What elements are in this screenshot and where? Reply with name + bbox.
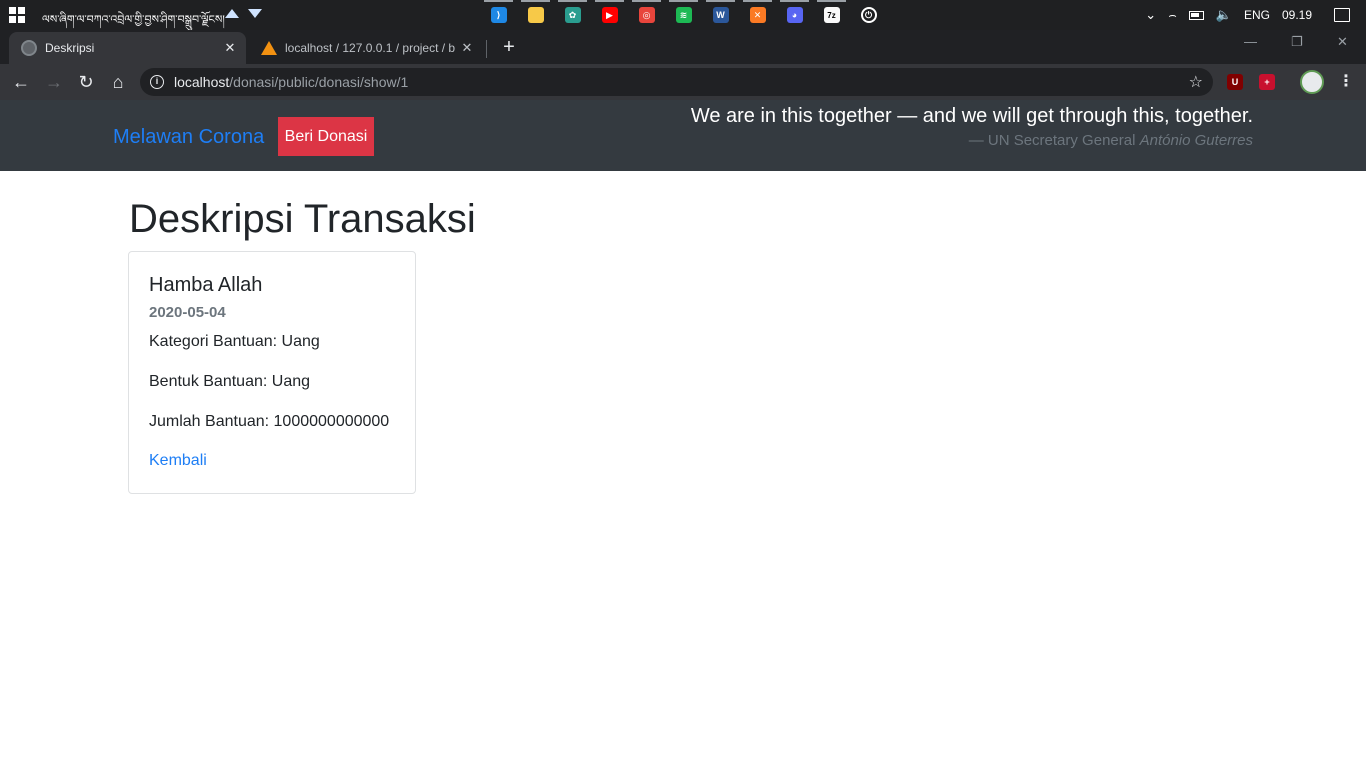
tab-title: localhost / 127.0.0.1 / project / b: [285, 41, 456, 55]
home-icon[interactable]: ⌂: [107, 71, 129, 93]
taskbar-app[interactable]: ⟩: [480, 0, 517, 30]
url-host: localhost: [174, 74, 230, 90]
browser-toolbar: ← → ↻ ⌂ i localhost/donasi/public/donasi…: [0, 64, 1366, 100]
notification-icon[interactable]: [1334, 8, 1350, 22]
taskbar-app[interactable]: ◎: [628, 0, 665, 30]
form-text: Bentuk Bantuan: Uang: [149, 373, 311, 390]
transaction-card: Hamba Allah 2020-05-04 Kategori Bantuan:…: [128, 251, 416, 494]
restore-icon[interactable]: ❐: [1291, 34, 1303, 50]
word-icon: W: [712, 7, 729, 23]
language-indicator[interactable]: ENG: [1244, 8, 1270, 22]
quote-source-prefix: — UN Secretary General: [968, 132, 1140, 149]
phpmyadmin-icon: [261, 41, 277, 55]
profile-avatar[interactable]: [1300, 70, 1324, 94]
brand-link[interactable]: Melawan Corona: [113, 126, 264, 149]
arrow-down-icon[interactable]: [248, 9, 262, 18]
globe-icon: [21, 40, 37, 56]
donor-name: Hamba Allah: [149, 274, 263, 296]
back-link[interactable]: Kembali: [149, 452, 207, 470]
category-text: Kategori Bantuan: Uang: [149, 333, 320, 350]
window-close-icon[interactable]: ✕: [1337, 34, 1348, 50]
tab-separator: [486, 40, 487, 58]
taskbar-app[interactable]: ✕: [739, 0, 776, 30]
taskbar-app[interactable]: W: [702, 0, 739, 30]
taskbar-app[interactable]: ≋: [665, 0, 702, 30]
forward-icon[interactable]: →: [43, 71, 65, 93]
bookmark-star-icon[interactable]: ☆: [1189, 72, 1203, 92]
donation-date: 2020-05-04: [149, 304, 226, 321]
quote-source-name: António Guterres: [1139, 132, 1253, 149]
youtube-icon: ▶: [601, 7, 618, 23]
windows-taskbar: ལས་ཞིག་ལ་བཀའ་འབྲེལ་གྱི་བྱས་ཤིག་བསྒྲུབ་ལྗ…: [0, 0, 1366, 30]
back-icon[interactable]: ←: [10, 71, 32, 93]
battery-icon[interactable]: [1188, 10, 1204, 20]
tab-phpmyadmin[interactable]: localhost / 127.0.0.1 / project / b ✕: [249, 32, 483, 64]
spotify-icon: ≋: [675, 7, 692, 23]
gitkraken-icon: ✿: [564, 7, 581, 23]
quote: We are in this together — and we will ge…: [691, 105, 1253, 149]
browser-tabstrip: Deskripsi ✕ localhost / 127.0.0.1 / proj…: [0, 30, 1366, 64]
quote-source: — UN Secretary General António Guterres: [691, 132, 1253, 149]
address-bar[interactable]: i localhost/donasi/public/donasi/show/1 …: [140, 68, 1213, 96]
taskbar-app[interactable]: [517, 0, 554, 30]
7zip-icon: 7z: [823, 7, 840, 23]
vscode-icon: ⟩: [490, 7, 507, 23]
extension-cross-icon[interactable]: +: [1259, 74, 1275, 90]
taskbar-app[interactable]: ⏻: [850, 0, 887, 30]
tab-title: Deskripsi: [45, 41, 95, 55]
xampp-icon: ✕: [749, 7, 766, 23]
chevron-up-icon[interactable]: ⌄: [1145, 7, 1156, 23]
arrow-up-icon[interactable]: [225, 9, 239, 18]
minimize-icon[interactable]: —: [1244, 34, 1257, 49]
close-icon[interactable]: ✕: [222, 40, 238, 56]
taskbar-app[interactable]: ✿: [554, 0, 591, 30]
reload-icon[interactable]: ↻: [75, 71, 97, 93]
tab-deskripsi[interactable]: Deskripsi ✕: [9, 32, 246, 64]
clock[interactable]: 09.19: [1282, 8, 1312, 22]
amount-text: Jumlah Bantuan: 1000000000000: [149, 413, 390, 430]
close-icon[interactable]: ✕: [459, 40, 475, 56]
system-tray: ⌄ ⌢ 🔈 ENG 09.19: [1145, 0, 1366, 30]
volume-icon[interactable]: 🔈: [1216, 7, 1232, 23]
windows-start-icon[interactable]: [9, 7, 25, 23]
donate-button[interactable]: Beri Donasi: [278, 117, 374, 156]
taskbar-apps: ⟩ ✿ ▶ ◎ ≋ W ✕ ◕ 7z ⏻: [480, 0, 887, 30]
info-icon[interactable]: i: [150, 75, 164, 89]
ublock-icon[interactable]: U: [1227, 74, 1243, 90]
url-text[interactable]: localhost/donasi/public/donasi/show/1: [174, 74, 408, 90]
quote-text: We are in this together — and we will ge…: [690, 105, 1253, 127]
wifi-icon[interactable]: ⌢: [1168, 7, 1177, 23]
menu-icon[interactable]: ⋮: [1338, 71, 1354, 91]
url-path: /donasi/public/donasi/show/1: [229, 74, 409, 90]
chrome-icon: ◎: [638, 7, 655, 23]
taskbar-app[interactable]: 7z: [813, 0, 850, 30]
taskbar-app[interactable]: ▶: [591, 0, 628, 30]
discord-icon: ◕: [786, 7, 803, 23]
power-icon: ⏻: [860, 7, 877, 23]
new-tab-button[interactable]: +: [499, 36, 519, 58]
file-explorer-icon: [527, 7, 544, 23]
page-title: Deskripsi Transaksi: [129, 197, 476, 241]
taskbar-app[interactable]: ◕: [776, 0, 813, 30]
